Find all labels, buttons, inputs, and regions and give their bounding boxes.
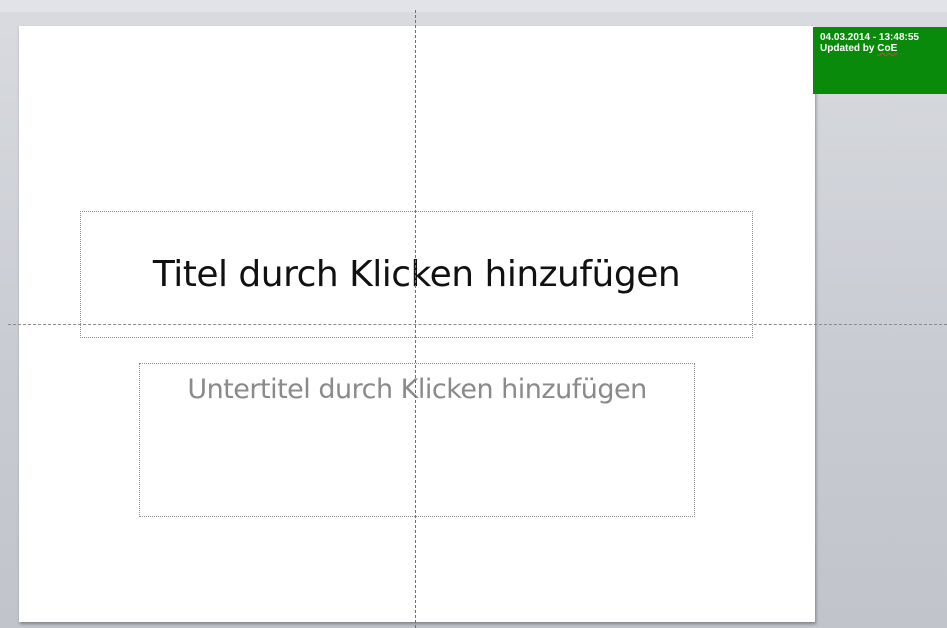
status-updated-prefix: Updated by <box>820 43 878 54</box>
status-badge: 04.03.2014 - 13:48:55 Updated by CoE <box>813 27 947 94</box>
horizontal-guide[interactable] <box>8 324 947 325</box>
vertical-guide[interactable] <box>415 10 416 628</box>
editor-top-strip <box>0 0 947 12</box>
title-placeholder-text: Titel durch Klicken hinzufügen <box>152 254 681 295</box>
status-updated-line: Updated by CoE <box>820 43 947 54</box>
status-updated-by: CoE <box>877 43 898 54</box>
title-placeholder[interactable]: Titel durch Klicken hinzufügen <box>80 211 753 338</box>
subtitle-placeholder-text: Untertitel durch Klicken hinzufügen <box>187 374 647 405</box>
subtitle-placeholder[interactable]: Untertitel durch Klicken hinzufügen <box>139 363 695 517</box>
status-timestamp: 04.03.2014 - 13:48:55 <box>820 32 919 43</box>
